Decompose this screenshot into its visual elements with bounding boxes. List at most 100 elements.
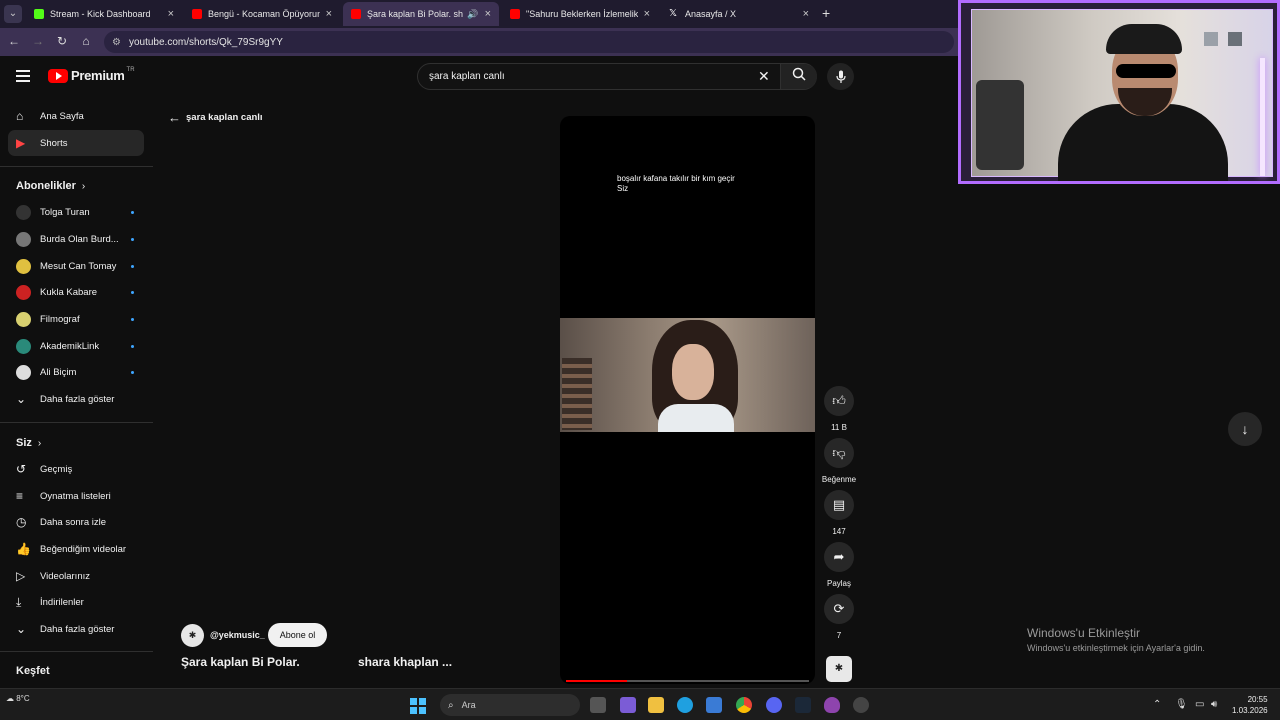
back-arrow-icon[interactable]: ← bbox=[6, 34, 22, 48]
new-content-dot bbox=[131, 317, 134, 321]
webcam-feed bbox=[971, 9, 1273, 181]
download-icon: ⤓ bbox=[16, 594, 22, 609]
menu-icon[interactable] bbox=[16, 70, 30, 85]
chrome-browser-icon[interactable] bbox=[736, 697, 752, 713]
wall-frame bbox=[1228, 32, 1242, 46]
share-icon: ➦ bbox=[824, 542, 854, 572]
site-info-icon[interactable]: ⚙ bbox=[112, 37, 121, 48]
remix-icon: ⟳ bbox=[824, 594, 854, 624]
sound-thumbnail[interactable]: ✱ bbox=[826, 656, 852, 682]
subscriptions-heading[interactable]: Abonelikler › bbox=[16, 180, 85, 192]
sidebar-item-watch-later[interactable]: ◷ Daha sonra izle bbox=[8, 509, 144, 535]
sidebar-item-downloads[interactable]: ⤓ İndirilenler bbox=[8, 589, 144, 615]
tray-chevron-up-icon[interactable]: ⌃ bbox=[1153, 699, 1161, 710]
edge-browser-icon[interactable] bbox=[677, 697, 693, 713]
share-button[interactable]: ➦ Paylaş bbox=[824, 542, 854, 588]
sidebar-item-your-videos[interactable]: ▷ Videolarınız bbox=[8, 563, 144, 589]
system-clock[interactable]: 20:55 1.03.2026 bbox=[1232, 694, 1268, 716]
sidebar-show-more-you[interactable]: ⌄ Daha fazla göster bbox=[8, 616, 144, 642]
remix-button[interactable]: ⟳ 7 bbox=[824, 594, 854, 640]
home-icon[interactable]: ⌂ bbox=[78, 34, 94, 48]
next-video-button[interactable]: ↓ bbox=[1228, 412, 1262, 446]
reload-icon[interactable]: ↻ bbox=[54, 34, 70, 48]
voice-search-button[interactable] bbox=[827, 63, 854, 90]
sidebar-sub-3[interactable]: Kukla Kabare bbox=[8, 279, 144, 305]
new-content-dot bbox=[131, 290, 134, 294]
sidebar-item-shorts[interactable]: ▶ Shorts bbox=[8, 130, 144, 156]
windows-start-icon[interactable] bbox=[410, 698, 426, 714]
file-explorer-icon[interactable] bbox=[648, 697, 664, 713]
tab-close-icon[interactable]: × bbox=[326, 8, 332, 20]
sidebar-item-home[interactable]: ⌂ Ana Sayfa bbox=[8, 103, 144, 129]
comment-icon: ▤ bbox=[824, 490, 854, 520]
tab-search-button[interactable]: ⌄ bbox=[4, 5, 22, 23]
speaker-icon[interactable]: 🔊 bbox=[467, 9, 478, 20]
comments-button[interactable]: ▤ 147 bbox=[824, 490, 854, 536]
weather-widget[interactable]: ☁ 8°C bbox=[6, 694, 30, 703]
tab-x-home[interactable]: 𝕏 Anasayfa / X × bbox=[661, 2, 817, 26]
app-icon[interactable] bbox=[853, 697, 869, 713]
tab-close-icon[interactable]: × bbox=[644, 8, 650, 20]
youtube-favicon-icon bbox=[351, 9, 361, 19]
sidebar-sub-4[interactable]: Filmograf bbox=[8, 306, 144, 332]
streamer-cap bbox=[1106, 24, 1182, 54]
tab-bengu[interactable]: Bengü - Kocaman Öpüyorum - × bbox=[184, 2, 340, 26]
sidebar-sub-0[interactable]: Tolga Turan bbox=[8, 199, 144, 225]
steam-icon[interactable] bbox=[795, 697, 811, 713]
back-to-search-button[interactable]: ← şara kaplan canlı bbox=[168, 110, 263, 125]
avatar bbox=[16, 364, 31, 380]
url-text: youtube.com/shorts/Qk_79Sr9gYY bbox=[128, 36, 283, 48]
sidebar-sub-2[interactable]: Mesut Can Tomay bbox=[8, 253, 144, 279]
address-bar[interactable]: ⚙ youtube.com/shorts/Qk_79Sr9gYY bbox=[104, 31, 954, 53]
subscribe-button[interactable]: Abone ol bbox=[268, 623, 327, 647]
volume-icon[interactable]: 🔊︎ bbox=[1211, 699, 1217, 710]
channel-handle[interactable]: @yekmusic_ bbox=[210, 630, 265, 640]
arrow-down-icon: ↓ bbox=[1241, 421, 1249, 437]
tab-close-icon[interactable]: × bbox=[168, 8, 174, 20]
store-app-icon[interactable] bbox=[620, 697, 636, 713]
microphone-icon[interactable]: 🎙︎ bbox=[1175, 699, 1188, 710]
dislike-button[interactable]: 👎︎ Beğenme bbox=[822, 438, 856, 484]
new-tab-button[interactable]: + bbox=[822, 5, 830, 21]
clear-search-icon[interactable]: ✕ bbox=[758, 68, 770, 85]
discord-icon[interactable] bbox=[766, 697, 782, 713]
forward-arrow-icon[interactable]: → bbox=[30, 34, 46, 48]
tab-kick-dashboard[interactable]: Stream - Kick Dashboard × bbox=[26, 2, 182, 26]
video-progress-bar[interactable] bbox=[566, 680, 809, 682]
network-icon[interactable]: ▭ bbox=[1195, 699, 1204, 710]
sidebar-item-liked-videos[interactable]: 👍 Beğendiğim videolar bbox=[8, 536, 144, 562]
search-box[interactable]: şara kaplan canlı ✕ bbox=[417, 63, 817, 90]
search-input[interactable]: şara kaplan canlı bbox=[429, 71, 505, 82]
webcam-overlay bbox=[958, 0, 1280, 184]
sidebar-sub-5[interactable]: AkademikLink bbox=[8, 333, 144, 359]
sidebar-item-history[interactable]: ↺ Geçmiş bbox=[8, 456, 144, 482]
tab-close-icon[interactable]: × bbox=[803, 8, 809, 20]
shorts-video-player[interactable]: boşalır kafana takılır bir kım geçir Siz bbox=[560, 116, 815, 684]
task-view-icon[interactable] bbox=[590, 697, 606, 713]
sidebar-item-playlists[interactable]: ≡ Oynatma listeleri bbox=[8, 483, 144, 509]
search-button[interactable] bbox=[780, 64, 817, 89]
avatar bbox=[16, 204, 31, 220]
activation-watermark-text: Windows'u etkinleştirmek için Ayarlar'a … bbox=[1027, 643, 1205, 653]
sidebar-sub-6[interactable]: Ali Biçim bbox=[8, 359, 144, 385]
chevron-down-icon: ⌄ bbox=[16, 622, 27, 636]
person-shirt bbox=[658, 404, 734, 432]
video-title[interactable]: Şara kaplan Bi Polar. bbox=[181, 655, 300, 669]
sidebar-sub-1[interactable]: Burda Olan Burd... bbox=[8, 226, 144, 252]
taskbar-search[interactable]: ⌕ Ara bbox=[440, 694, 580, 716]
bookshelf bbox=[562, 358, 592, 430]
microsoft-store-icon[interactable] bbox=[706, 697, 722, 713]
channel-avatar[interactable]: ✱ bbox=[181, 624, 204, 647]
app-icon[interactable] bbox=[824, 697, 840, 713]
you-heading[interactable]: Siz › bbox=[16, 437, 41, 449]
sidebar-show-more-subscriptions[interactable]: ⌄ Daha fazla göster bbox=[8, 386, 144, 412]
tab-sara-kaplan[interactable]: Şara kaplan Bi Polar. shara 🔊 × bbox=[343, 2, 499, 26]
tab-sahuru[interactable]: "Sahuru Beklerken İzlemelik Ed × bbox=[502, 2, 658, 26]
youtube-favicon-icon bbox=[192, 9, 202, 19]
avatar bbox=[16, 338, 31, 354]
video-title-secondary[interactable]: shara khaplan ... bbox=[358, 655, 452, 669]
like-button[interactable]: 👍︎ 11 B bbox=[824, 386, 854, 432]
youtube-premium-logo[interactable]: Premium TR bbox=[48, 67, 135, 83]
avatar bbox=[16, 311, 31, 327]
tab-close-icon[interactable]: × bbox=[485, 8, 491, 20]
